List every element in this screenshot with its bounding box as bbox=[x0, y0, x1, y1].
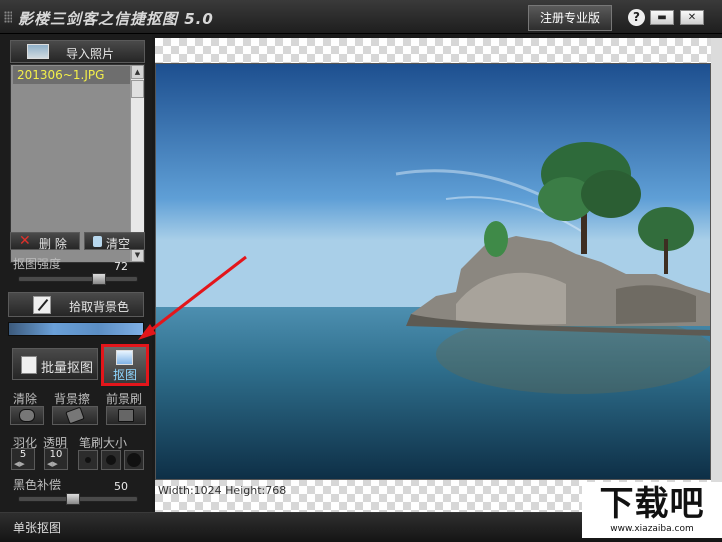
red-arrow-annotation bbox=[138, 255, 247, 340]
